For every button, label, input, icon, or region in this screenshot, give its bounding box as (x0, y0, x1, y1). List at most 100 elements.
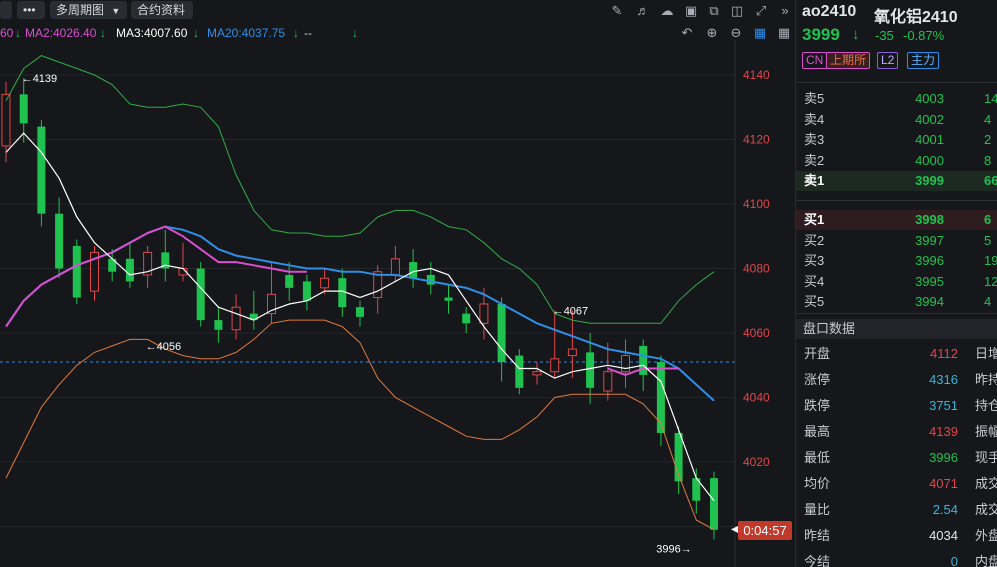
quote-value: 4139 (929, 424, 958, 439)
bid-label: 买1 (804, 212, 825, 227)
quote-key: 涨停 (804, 372, 831, 387)
ask-volume: 2 (984, 132, 992, 147)
y-tick-label: 4100 (743, 197, 770, 211)
quote-key-secondary: 成交 (975, 502, 997, 517)
quote-key: 昨结 (804, 528, 831, 543)
ask-price: 4003 (915, 91, 944, 106)
bid-label: 买4 (804, 273, 825, 289)
candles (1, 78, 718, 540)
candle-body-up (532, 371, 542, 376)
ask-price: 3999 (915, 173, 944, 188)
quote-key-secondary: 现手 (975, 450, 997, 465)
price-change-pct: -0.87% (903, 28, 945, 43)
down-arrow-icon: ↓ (852, 26, 860, 43)
market-data-header[interactable]: 盘口数据 (796, 319, 997, 339)
candle-body-up (479, 303, 489, 324)
ask-label: 卖3 (804, 132, 825, 147)
annotation-label: ←4067 (553, 305, 588, 317)
bid-row[interactable]: 买1 3998 6 (796, 210, 997, 230)
candle-body-up (320, 277, 330, 289)
quote-value: 2.54 (932, 502, 958, 517)
ask-row[interactable]: 卖5 4003 14 (796, 89, 997, 109)
annotation-label: 3996→ (656, 543, 691, 555)
bid-label: 买2 (804, 232, 825, 248)
candle-body-down (462, 313, 471, 324)
countdown-timer: 0:04:57 (738, 521, 792, 540)
y-tick-label: 4080 (743, 262, 770, 276)
quote-key: 均价 (804, 476, 831, 491)
quote-value: 3751 (929, 398, 958, 413)
candle-body-down (214, 320, 223, 330)
ask-label: 卖2 (804, 152, 825, 168)
quote-value: 4071 (929, 476, 958, 491)
bid-row[interactable]: 买4 3995 12 (796, 272, 997, 292)
divider (796, 82, 997, 83)
candle-body-up (567, 348, 577, 357)
quote-row: 量比 2.54 成交 (796, 497, 997, 523)
candle-body-down (55, 213, 64, 269)
candle-body-down (426, 274, 435, 285)
ask-price: 4002 (915, 111, 944, 127)
divider (796, 200, 997, 201)
quote-row: 最高 4139 振幅 (796, 419, 997, 445)
candle-body-down (356, 307, 364, 317)
price-change: -35 (875, 28, 894, 43)
quote-row: 涨停 4316 昨持 (796, 367, 997, 393)
ask-label: 卖1 (804, 173, 825, 188)
y-axis: 4140 4120 4100 4080 4060 4040 4020 (743, 68, 770, 469)
contract-code: ao2410 (802, 3, 857, 20)
ask-row[interactable]: 卖1 3999 66 (796, 171, 997, 191)
quote-row: 昨结 4034 外盘 (796, 523, 997, 549)
candle-body-down (515, 355, 524, 388)
bid-price: 3994 (915, 294, 944, 309)
quote-panel: ao2410 氧化铝2410 3999 ↓ -35 -0.87% CN 上期所 … (795, 0, 997, 567)
quote-key-secondary: 昨持 (975, 372, 997, 387)
candle-body-down (656, 362, 665, 433)
bid-price: 3996 (915, 253, 944, 268)
ask-row[interactable]: 卖2 4000 8 (796, 151, 997, 171)
contract-name: 氧化铝2410 (874, 9, 958, 26)
quote-value: 4112 (930, 346, 958, 361)
y-tick-label: 4040 (743, 391, 770, 405)
candlestick-chart[interactable]: 4140 4120 4100 4080 4060 4040 4020 ←4139 ←4056 ←… (0, 0, 795, 567)
quote-value: 3996 (929, 450, 958, 465)
quote-key-secondary: 内盘 (975, 554, 997, 567)
candle-body-down (302, 281, 311, 301)
bid-volume: 12 (984, 273, 997, 289)
quote-key: 量比 (804, 502, 831, 517)
bid-label: 买3 (804, 253, 825, 268)
quote-value: 4316 (929, 372, 958, 387)
candle-body-down (444, 297, 453, 301)
quote-key: 跌停 (804, 398, 831, 413)
candle-body-up (603, 371, 613, 392)
indicator-lines (5, 55, 715, 531)
quote-key: 最高 (804, 424, 831, 439)
y-tick-label: 4020 (743, 455, 770, 469)
bid-volume: 6 (984, 212, 992, 227)
candle-body-down (19, 94, 28, 124)
ask-volume: 14 (984, 91, 997, 106)
quote-key-secondary: 振幅 (975, 424, 997, 439)
candle-body-down (285, 274, 294, 288)
ask-row[interactable]: 卖3 4001 2 (796, 130, 997, 150)
candle-body-down (72, 245, 81, 298)
ask-volume: 8 (984, 152, 992, 168)
bid-row[interactable]: 买2 3997 5 (796, 231, 997, 251)
quote-key-secondary: 外盘 (975, 528, 997, 543)
ask-label: 卖5 (804, 91, 825, 106)
candle-body-up (550, 358, 560, 373)
candle-body-down (196, 268, 205, 321)
quote-key-secondary: 日增 (975, 346, 997, 361)
bid-row[interactable]: 买5 3994 4 (796, 292, 997, 312)
bid-volume: 19 (984, 253, 997, 268)
y-tick-label: 4140 (743, 68, 770, 82)
annotation-label: ←4056 (146, 341, 181, 353)
quote-row: 最低 3996 现手 (796, 445, 997, 471)
quote-key: 今结 (804, 554, 831, 567)
bid-row[interactable]: 买3 3996 19 (796, 251, 997, 271)
quote-key: 最低 (804, 450, 831, 465)
bid-price: 3998 (915, 212, 944, 227)
tag-level2: L2 (877, 52, 899, 69)
ask-row[interactable]: 卖4 4002 4 (796, 110, 997, 130)
quote-row: 跌停 3751 持仓 (796, 393, 997, 419)
